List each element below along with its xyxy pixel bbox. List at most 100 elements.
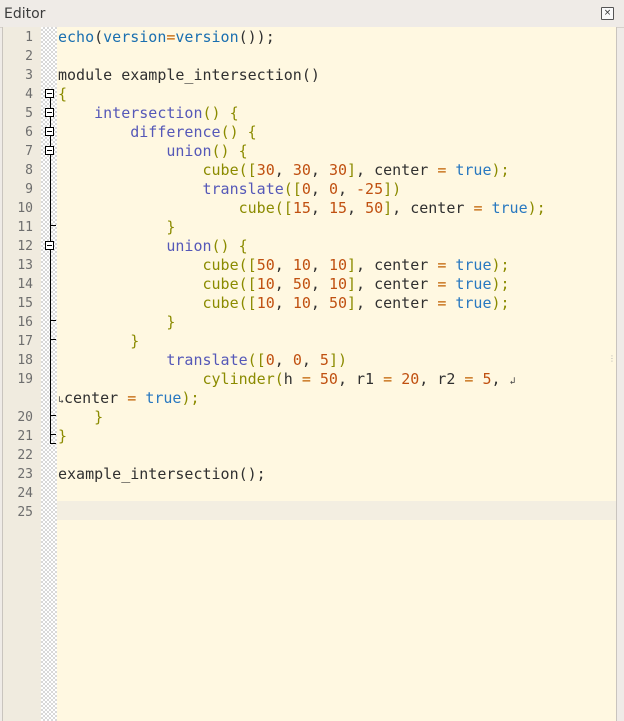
code-token: , [310,256,329,274]
fold-collapse-icon[interactable] [45,127,54,136]
fold-collapse-icon[interactable] [45,146,54,155]
code-token: 50 [319,370,338,388]
code-token: version [175,28,239,46]
code-token: , [310,180,329,198]
code-token: module example_intersection() [58,66,320,84]
code-token: = [437,161,447,179]
code-token: , [310,199,329,217]
code-token: ); [181,389,200,407]
code-token: difference [130,123,221,141]
code-token: ); [491,256,510,274]
code-token: } [166,218,176,236]
code-token: = [127,389,137,407]
code-token: 10 [292,294,311,312]
line-number: 13 [17,258,33,273]
line-number: 11 [17,220,33,235]
code-token: 10 [328,256,347,274]
line-number: 10 [17,201,33,216]
code-token: } [58,427,68,445]
line-number: 18 [17,353,33,368]
fold-end-tick [50,339,56,340]
line-number: 22 [17,448,33,463]
code-token: 50 [365,199,384,217]
line-number: 5 [25,106,33,121]
code-token: } [166,313,176,331]
code-token: = [437,256,447,274]
code-editor[interactable]: 1 2 3 4 5 6 7 8 9 10 11 12 13 14 15 16 17 18 19 20 21 22 23 24 2… [2,27,617,721]
code-line: } [58,427,67,446]
code-line: difference() { [58,123,257,142]
code-token: = [383,370,393,388]
fold-end-tick [50,415,56,416]
code-token: true [455,294,492,312]
line-number: 1 [25,30,33,45]
close-button[interactable]: × [601,7,614,20]
line-number: 15 [17,296,33,311]
code-line: } [58,218,175,237]
code-line: cube([15, 15, 50], center = true); [58,199,546,218]
code-line: translate([0, 0, 5]) [58,351,347,370]
code-token: 10 [256,294,275,312]
line-number: 2 [25,49,33,64]
code-token: true [455,256,492,274]
code-token: = [437,275,447,293]
line-number: 20 [17,410,33,425]
code-token: , r1 [337,370,384,388]
code-token: true [145,389,182,407]
code-token: ); [491,275,510,293]
code-token: version [103,28,167,46]
line-number: 3 [25,68,33,83]
code-token: , [310,275,329,293]
code-token: ]) [383,180,402,198]
fold-end-tick [50,225,56,226]
line-number-gutter: 1 2 3 4 5 6 7 8 9 10 11 12 13 14 15 16 17 18 19 20 21 22 23 24 2… [3,27,41,721]
line-number: 12 [17,239,33,254]
code-token: ); [527,199,546,217]
code-line: } [58,408,103,427]
code-token: , [310,161,329,179]
fold-collapse-icon[interactable] [45,89,54,98]
resize-grip-icon[interactable]: ⋮ [608,355,616,367]
code-token: , [274,351,293,369]
code-token: , [301,351,320,369]
code-token: ( [94,28,104,46]
code-token: , center [356,256,438,274]
fold-collapse-icon[interactable] [45,241,54,250]
code-token: () { [211,237,248,255]
code-token: 10 [256,275,275,293]
code-token: cube([ [202,294,257,312]
code-token: 30 [292,161,311,179]
code-token: 0 [301,180,311,198]
code-token: ] [383,199,393,217]
code-token: () { [220,123,257,141]
code-line: cube([10, 10, 50], center = true); [58,294,510,313]
line-number: 17 [17,334,33,349]
code-token: 10 [292,256,311,274]
code-line: cube([10, 50, 10], center = true); [58,275,510,294]
line-number: 21 [17,429,33,444]
code-token: 15 [292,199,311,217]
code-line: } [58,332,139,351]
code-token: 5 [319,351,329,369]
code-token: 20 [401,370,420,388]
code-token: , center [356,294,438,312]
fold-collapse-icon[interactable] [45,108,54,117]
code-token: , [274,256,293,274]
code-token: intersection [94,104,203,122]
code-token: , center [392,199,474,217]
code-token: echo [58,28,95,46]
code-token: ([ [283,180,302,198]
code-token: ] [347,294,357,312]
line-number: 16 [17,315,33,330]
code-token: ] [347,275,357,293]
code-token: () { [202,104,239,122]
code-token: 50 [328,294,347,312]
fold-end-tick [50,320,56,321]
